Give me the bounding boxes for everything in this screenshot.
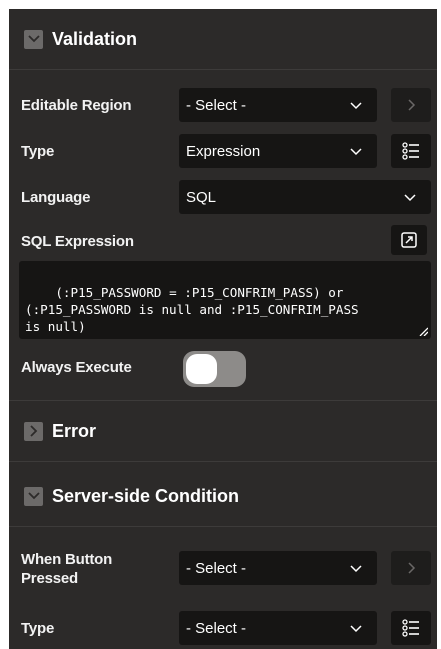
type-value: Expression	[186, 142, 261, 160]
when-button-pressed-lov-button[interactable]	[391, 551, 431, 585]
language-select[interactable]: SQL	[179, 180, 431, 214]
divider	[9, 526, 437, 527]
editable-region-lov-button[interactable]	[391, 88, 431, 122]
chevron-down-icon[interactable]	[24, 486, 43, 506]
when-button-pressed-select[interactable]: - Select -	[179, 551, 377, 585]
condition-type-select[interactable]: - Select -	[179, 611, 377, 645]
sql-expression-text: (:P15_PASSWORD = :P15_CONFRIM_PASS) or (…	[25, 285, 359, 334]
validation-section-header[interactable]: Validation	[9, 9, 437, 69]
chevron-down-icon	[350, 148, 362, 156]
divider	[9, 461, 437, 462]
chevron-down-icon	[350, 625, 362, 633]
list-icon	[402, 142, 419, 160]
error-section-title: Error	[52, 420, 97, 441]
editable-region-label: Editable Region	[21, 97, 132, 114]
always-execute-label: Always Execute	[21, 359, 132, 376]
list-icon	[402, 619, 419, 637]
expand-icon	[401, 232, 417, 248]
chevron-down-icon	[404, 194, 416, 202]
when-button-pressed-label: When Button Pressed	[21, 550, 112, 588]
type-select[interactable]: Expression	[179, 134, 377, 168]
chevron-down-icon	[350, 565, 362, 573]
validation-section-title: Validation	[52, 28, 138, 49]
chevron-down-icon[interactable]	[24, 29, 43, 49]
chevron-right-icon[interactable]	[24, 421, 43, 441]
resize-handle-icon[interactable]	[418, 326, 428, 336]
sql-expression-textarea[interactable]: (:P15_PASSWORD = :P15_CONFRIM_PASS) or (…	[19, 261, 431, 339]
chevron-right-icon	[408, 562, 416, 574]
server-side-condition-header[interactable]: Server-side Condition	[9, 466, 437, 526]
sql-expression-label: SQL Expression	[21, 233, 134, 250]
when-button-pressed-label-line2: Pressed	[21, 570, 78, 587]
expand-editor-button[interactable]	[391, 225, 427, 255]
editable-region-value: - Select -	[186, 96, 247, 114]
condition-type-value: - Select -	[186, 619, 247, 637]
language-label: Language	[21, 189, 91, 206]
always-execute-toggle[interactable]	[183, 351, 246, 387]
when-button-pressed-label-line1: When Button	[21, 551, 113, 568]
chevron-down-icon	[350, 102, 362, 110]
chevron-right-icon	[408, 99, 416, 111]
condition-type-label: Type	[21, 620, 55, 637]
toggle-knob	[186, 354, 217, 384]
divider	[9, 69, 437, 70]
property-panel: Validation Editable Region - Select - Ty…	[9, 9, 437, 649]
type-label: Type	[21, 143, 55, 160]
error-section-header[interactable]: Error	[9, 401, 437, 461]
type-help-button[interactable]	[391, 134, 431, 168]
editable-region-select[interactable]: - Select -	[179, 88, 377, 122]
condition-type-help-button[interactable]	[391, 611, 431, 645]
language-value: SQL	[186, 188, 217, 206]
server-side-condition-title: Server-side Condition	[52, 485, 240, 506]
when-button-pressed-value: - Select -	[186, 559, 247, 577]
